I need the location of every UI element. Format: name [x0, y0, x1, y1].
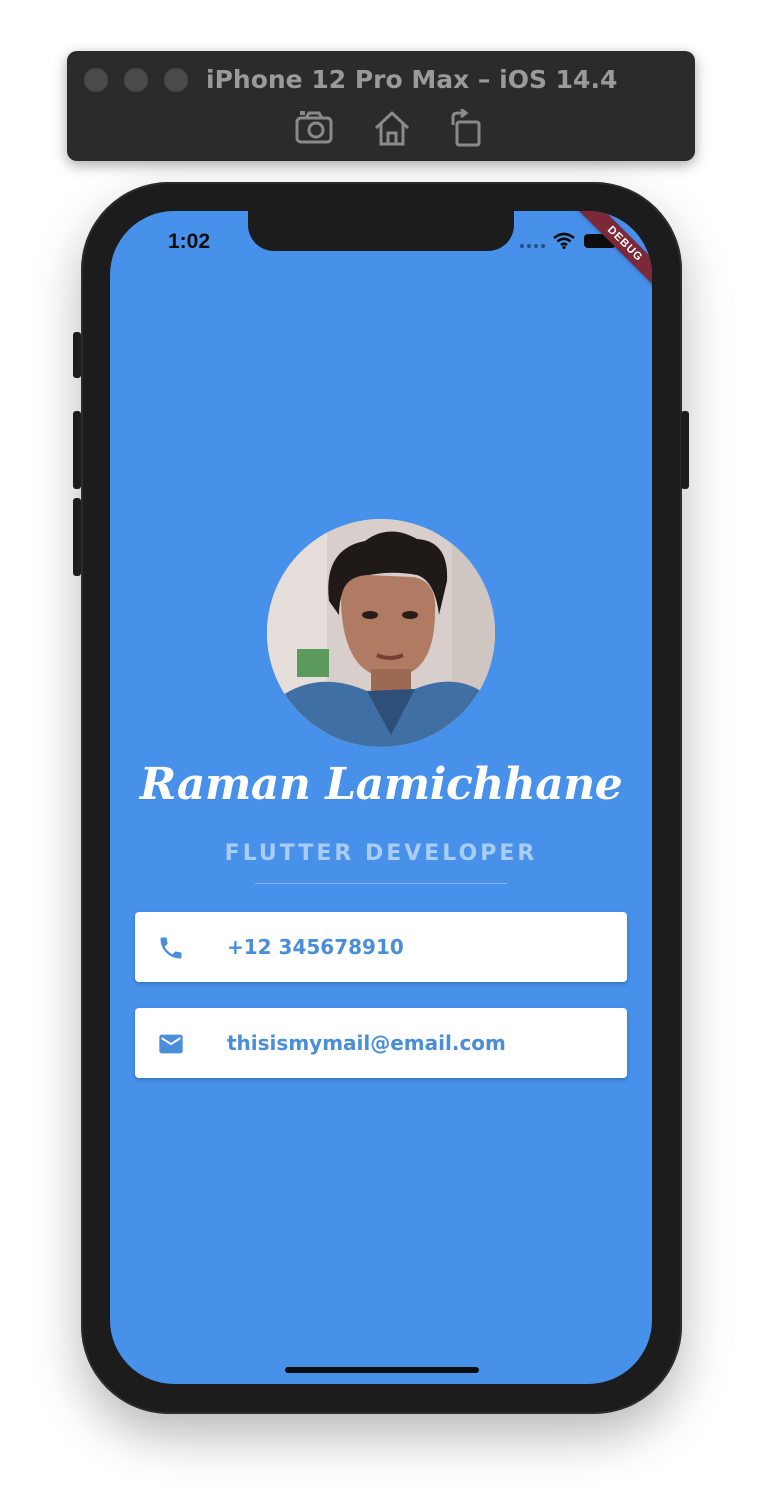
email-card[interactable]: thisismymail@email.com	[135, 1008, 627, 1078]
phone-icon	[160, 937, 182, 959]
mail-icon	[159, 1034, 183, 1054]
home-icon	[374, 111, 410, 146]
power-button	[681, 411, 689, 489]
rotate-button[interactable]	[444, 108, 488, 148]
zoom-window-button[interactable]	[164, 68, 188, 92]
status-time: 1:02	[168, 230, 211, 253]
screenshot-button[interactable]	[292, 108, 336, 148]
simulator-title: iPhone 12 Pro Max – iOS 14.4	[206, 65, 618, 94]
mute-switch	[73, 332, 81, 378]
email-address: thisismymail@email.com	[227, 1031, 506, 1055]
phone-number: +12 345678910	[227, 935, 404, 959]
volume-up-button	[73, 411, 81, 489]
app-screen: 1:02 DEBUG Raman Lamichhane FLUTTER DEVE…	[110, 211, 652, 1384]
divider	[255, 883, 507, 884]
profile-avatar	[267, 519, 495, 747]
rotate-icon	[451, 109, 481, 147]
home-indicator[interactable]	[285, 1367, 479, 1373]
profile-name: Raman Lamichhane	[139, 759, 623, 810]
minimize-window-button[interactable]	[124, 68, 148, 92]
volume-down-button	[73, 498, 81, 576]
screenshot-icon	[295, 111, 333, 144]
profile-role: FLUTTER DEVELOPER	[224, 841, 538, 866]
close-window-button[interactable]	[84, 68, 108, 92]
wifi-icon	[553, 232, 575, 249]
home-button[interactable]	[370, 108, 414, 148]
notch	[248, 211, 514, 251]
cellular-signal-icon	[520, 244, 545, 248]
profile-photo	[267, 519, 495, 747]
phone-card[interactable]: +12 345678910	[135, 912, 627, 982]
